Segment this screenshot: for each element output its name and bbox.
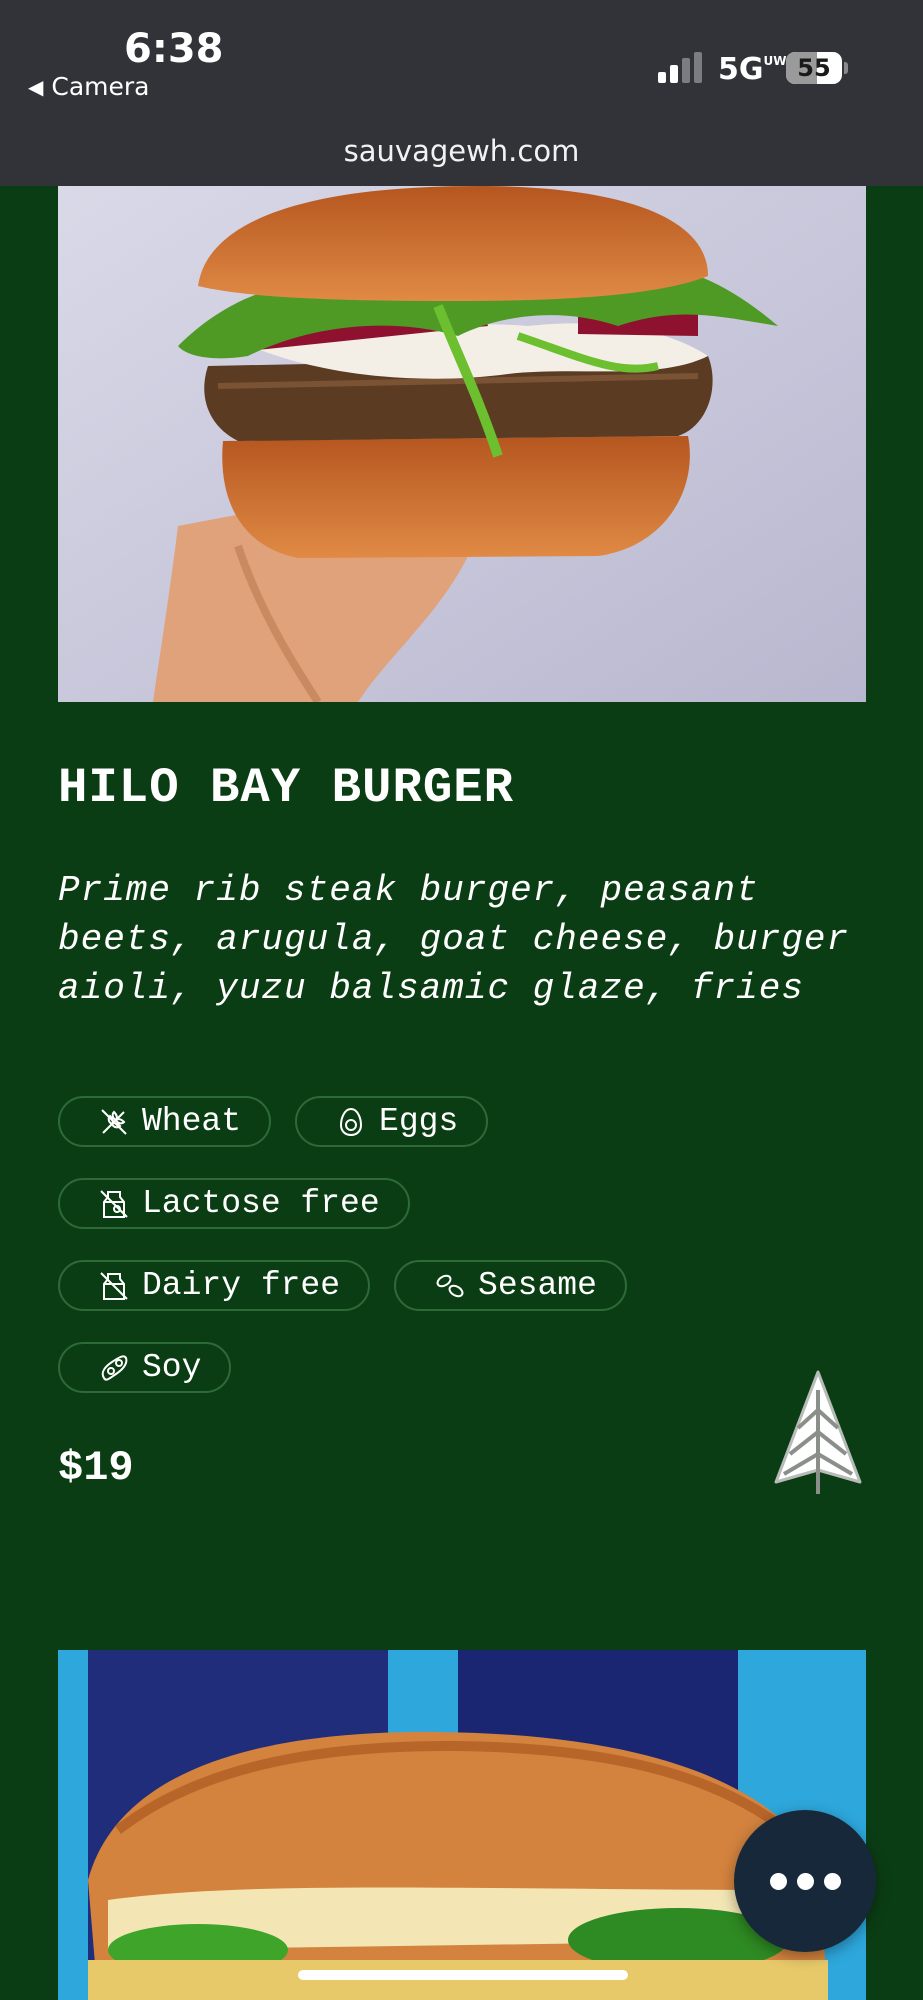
allergen-tag-soy: Soy xyxy=(58,1342,232,1393)
battery-icon: 55 xyxy=(786,52,848,84)
battery-level: 55 xyxy=(797,54,831,82)
egg-icon xyxy=(340,1107,363,1136)
allergen-tag-sesame: Sesame xyxy=(394,1260,627,1311)
allergen-label: Wheat xyxy=(142,1103,242,1140)
home-indicator xyxy=(298,1970,628,1980)
allergen-tag-eggs: Eggs xyxy=(295,1096,489,1147)
back-label: Camera xyxy=(51,72,150,101)
allergen-tag-wheat: Wheat xyxy=(58,1096,272,1147)
sesame-icon xyxy=(436,1274,464,1297)
back-to-camera-link[interactable]: ◀ Camera xyxy=(28,72,150,101)
leaf-logo-icon xyxy=(774,1370,862,1494)
allergen-label: Dairy free xyxy=(142,1267,341,1304)
back-arrow-icon: ◀ xyxy=(28,74,44,99)
menu-item-title: HILO BAY BURGER xyxy=(58,760,515,816)
allergen-tags: Wheat Eggs Lactose free Dairy free Sesam… xyxy=(58,1096,818,1424)
allergen-tag-dairy-free: Dairy free xyxy=(58,1260,371,1311)
lactose-free-icon xyxy=(100,1189,128,1218)
allergen-label: Lactose free xyxy=(142,1185,380,1222)
status-time: 6:38 xyxy=(124,26,224,72)
hilo-bay-burger-photo xyxy=(58,186,866,702)
next-menu-item-photo xyxy=(58,1650,866,2000)
menu-item-price: $19 xyxy=(58,1444,134,1492)
allergen-tag-lactose-free: Lactose free xyxy=(58,1178,410,1229)
dairy-free-icon xyxy=(100,1271,128,1300)
allergen-label: Sesame xyxy=(478,1267,597,1304)
cellular-signal-icon xyxy=(658,52,702,83)
more-dots-icon xyxy=(769,1872,787,1890)
browser-chrome: 6:38 ◀ Camera 5GUW 55 sauvagewh.com xyxy=(0,0,923,186)
menu-item-description: Prime rib steak burger, peasant beets, a… xyxy=(58,870,850,1009)
allergen-label: Soy xyxy=(142,1349,202,1386)
network-type: 5GUW xyxy=(718,52,787,87)
soy-icon xyxy=(101,1354,128,1381)
wheat-icon xyxy=(101,1108,127,1135)
address-bar[interactable]: sauvagewh.com xyxy=(0,134,923,168)
more-options-button[interactable] xyxy=(734,1810,876,1952)
allergen-label: Eggs xyxy=(379,1103,459,1140)
